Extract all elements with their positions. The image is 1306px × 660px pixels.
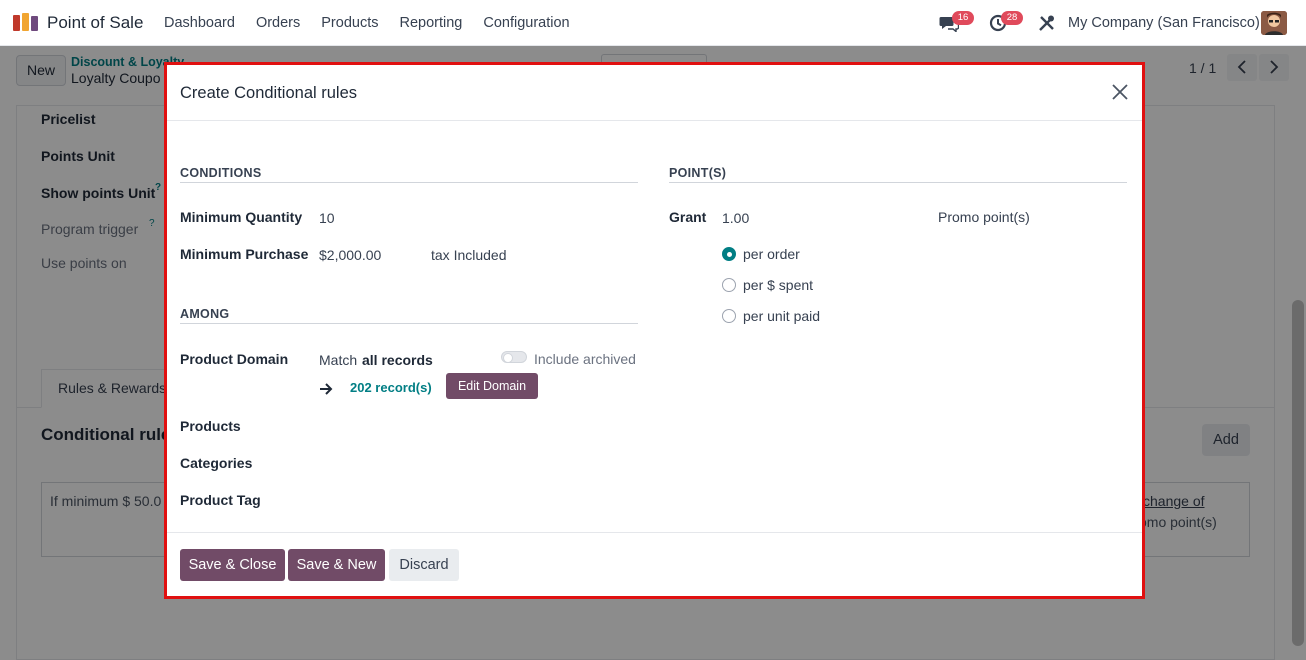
- tools-icon[interactable]: [1038, 14, 1056, 32]
- among-section-title: AMONG: [180, 307, 230, 321]
- menu-configuration[interactable]: Configuration: [483, 15, 569, 31]
- activities-badge: 28: [1001, 11, 1023, 25]
- match-value[interactable]: all records: [362, 352, 433, 368]
- conditions-section-title: CONDITIONS: [180, 166, 262, 180]
- conditions-divider: [180, 182, 638, 183]
- grant-label: Grant: [669, 209, 707, 225]
- include-archived-label: Include archived: [534, 351, 636, 367]
- minimum-quantity-label: Minimum Quantity: [180, 209, 303, 225]
- menu-orders[interactable]: Orders: [256, 15, 300, 31]
- radio-per-dollar-spent[interactable]: [722, 278, 736, 292]
- tax-mode-select[interactable]: tax Included: [431, 247, 507, 263]
- company-switcher[interactable]: My Company (San Francisco): [1068, 15, 1260, 31]
- app-name[interactable]: Point of Sale: [47, 13, 143, 33]
- radio-per-order[interactable]: [722, 247, 736, 261]
- radio-per-unit-paid-label[interactable]: per unit paid: [743, 308, 820, 324]
- match-prefix: Match: [319, 352, 358, 368]
- arrow-right-icon: [320, 383, 333, 395]
- points-unit-text: Promo point(s): [938, 209, 1030, 225]
- menu-dashboard[interactable]: Dashboard: [164, 15, 235, 31]
- radio-per-dollar-spent-label[interactable]: per $ spent: [743, 277, 813, 293]
- pos-app-icon[interactable]: [12, 12, 40, 32]
- minimum-quantity-input[interactable]: 10: [319, 210, 335, 226]
- minimum-purchase-label: Minimum Purchase: [180, 246, 309, 262]
- avatar-image-icon: [1261, 11, 1287, 35]
- categories-label: Categories: [180, 455, 253, 471]
- top-navbar: Point of Sale Dashboard Orders Products …: [0, 0, 1306, 46]
- save-close-button[interactable]: Save & Close: [180, 549, 285, 581]
- user-avatar[interactable]: [1261, 11, 1287, 35]
- product-domain-label: Product Domain: [180, 351, 289, 367]
- close-icon[interactable]: [1110, 82, 1130, 102]
- discard-button[interactable]: Discard: [389, 549, 459, 581]
- menu-reporting[interactable]: Reporting: [400, 15, 463, 31]
- radio-per-unit-paid[interactable]: [722, 309, 736, 323]
- messages-badge: 16: [952, 11, 974, 25]
- points-divider: [669, 182, 1127, 183]
- create-conditional-rules-dialog: Create Conditional rules CONDITIONS Mini…: [164, 62, 1145, 599]
- points-section-title: POINT(S): [669, 166, 727, 180]
- minimum-purchase-input[interactable]: $2,000.00: [319, 247, 381, 263]
- dialog-header-divider: [167, 120, 1142, 121]
- dialog-title: Create Conditional rules: [180, 84, 358, 102]
- records-count-link[interactable]: 202 record(s): [350, 380, 432, 395]
- dialog-footer-divider: [167, 532, 1142, 533]
- menu-products[interactable]: Products: [321, 15, 378, 31]
- save-new-button[interactable]: Save & New: [288, 549, 385, 581]
- include-archived-toggle[interactable]: [501, 351, 527, 363]
- radio-per-order-label[interactable]: per order: [743, 246, 800, 262]
- products-label: Products: [180, 418, 241, 434]
- among-divider: [180, 323, 638, 324]
- main-menu: Dashboard Orders Products Reporting Conf…: [164, 15, 591, 31]
- grant-input[interactable]: 1.00: [722, 210, 749, 226]
- product-tag-label: Product Tag: [180, 492, 261, 508]
- edit-domain-button[interactable]: Edit Domain: [446, 373, 538, 399]
